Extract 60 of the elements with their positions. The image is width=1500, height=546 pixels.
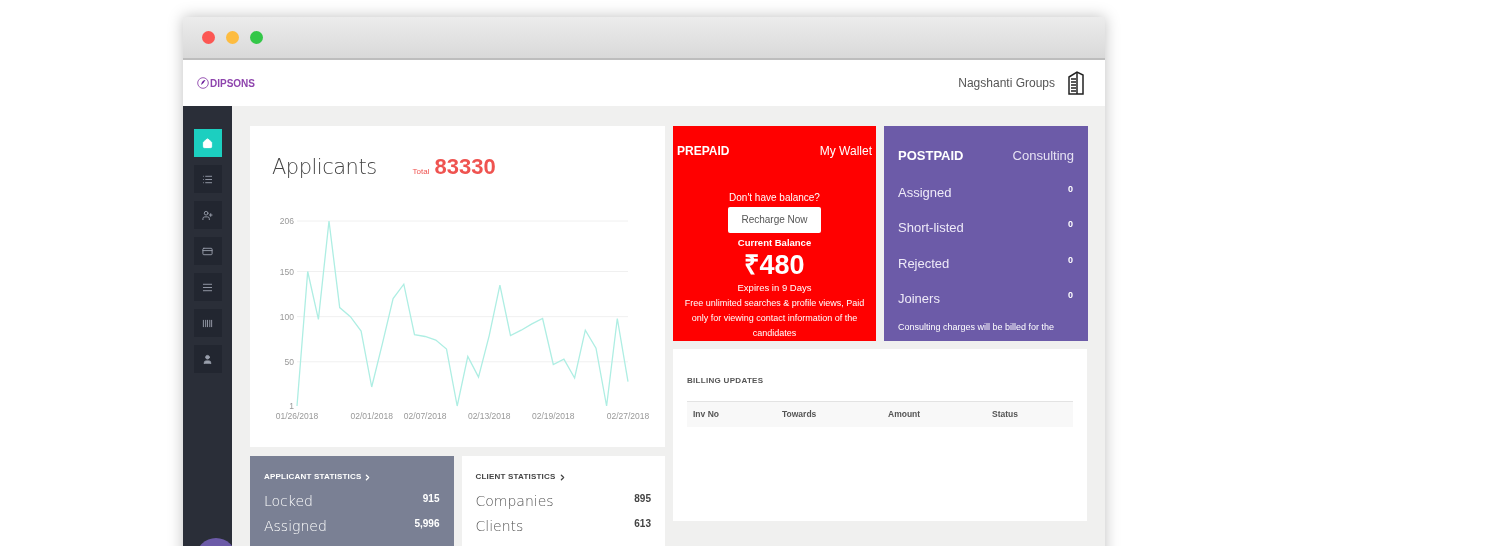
stat-value: 915: [422, 492, 440, 506]
x-axis-label: 02/27/2018: [606, 410, 650, 421]
wallet-label: My Wallet: [819, 143, 872, 160]
logo-icon: [197, 77, 209, 89]
x-axis-label: 02/07/2018: [403, 410, 447, 421]
stat-value: 613: [634, 517, 651, 531]
x-axis-label: 02/13/2018: [467, 410, 511, 421]
stat-value: 5,996: [414, 517, 440, 531]
stat-label: Companies: [475, 492, 554, 511]
sidebar-item[interactable]: [193, 129, 222, 157]
person-icon: [202, 353, 213, 365]
statistics-title[interactable]: CLIENT STATISTICS: [475, 471, 556, 483]
stat-value: 895: [634, 492, 651, 506]
list-icon: [202, 173, 213, 185]
x-axis-label: 01/26/2018: [275, 410, 319, 421]
applicants-title: Applicants: [272, 154, 377, 181]
postpaid-label: Short-listed: [898, 219, 964, 237]
stat-label: Assigned: [264, 517, 327, 536]
y-axis-label: 206: [279, 215, 294, 226]
total-count: 83330: [434, 153, 496, 181]
recharge-button[interactable]: Recharge Now: [728, 207, 821, 233]
postpaid-note: Consulting charges will be billed for the: [898, 320, 1056, 334]
postpaid-label: Rejected: [898, 254, 950, 273]
postpaid-label: Joiners: [898, 290, 940, 308]
postpaid-value: 0: [1068, 253, 1074, 267]
statistics-title[interactable]: APPLICANT STATISTICS: [264, 471, 362, 483]
x-axis-label: 02/01/2018: [350, 410, 393, 421]
billing-title: BILLING UPDATES: [687, 376, 764, 385]
stat-label: Clients: [475, 517, 524, 536]
expiry-text: Expires in 9 Days: [737, 280, 812, 295]
home-icon: [202, 137, 213, 149]
card-icon: [202, 245, 213, 257]
balance-label: Current Balance: [737, 235, 812, 250]
y-axis-label: 100: [279, 311, 294, 322]
postpaid-title: POSTPAID: [898, 147, 964, 165]
column-header: Inv No: [693, 408, 720, 421]
total-label: Total: [412, 166, 430, 178]
lines-icon: [202, 281, 213, 293]
postpaid-label: Assigned: [898, 183, 952, 202]
y-axis-label: 1: [289, 400, 294, 411]
postpaid-value: 0: [1068, 218, 1074, 231]
consulting-label: Consulting: [1012, 147, 1074, 165]
add-user-icon: [202, 209, 213, 221]
column-header: Status: [992, 408, 1019, 421]
prepaid-note: Free unlimited searches & profile views, Paid only for viewing contact information of the candidates: [683, 297, 866, 340]
prepaid-title: PREPAID: [677, 143, 730, 160]
balance-amount: ₹480: [744, 249, 805, 280]
company-name: Nagshanti Groups: [958, 75, 1055, 92]
balance-prompt: Don't have balance?: [729, 191, 820, 205]
logo-text: DIPSONS: [210, 76, 255, 91]
column-header: Towards: [782, 408, 818, 421]
stat-label: Locked: [264, 492, 313, 511]
postpaid-value: 0: [1068, 182, 1074, 196]
y-axis-label: 150: [279, 266, 294, 277]
building-icon: [1067, 71, 1085, 95]
column-header: Amount: [888, 408, 922, 421]
barcode-icon: [202, 317, 213, 329]
y-axis-label: 50: [284, 356, 294, 367]
x-axis-label: 02/19/2018: [532, 410, 575, 421]
postpaid-value: 0: [1068, 289, 1074, 302]
